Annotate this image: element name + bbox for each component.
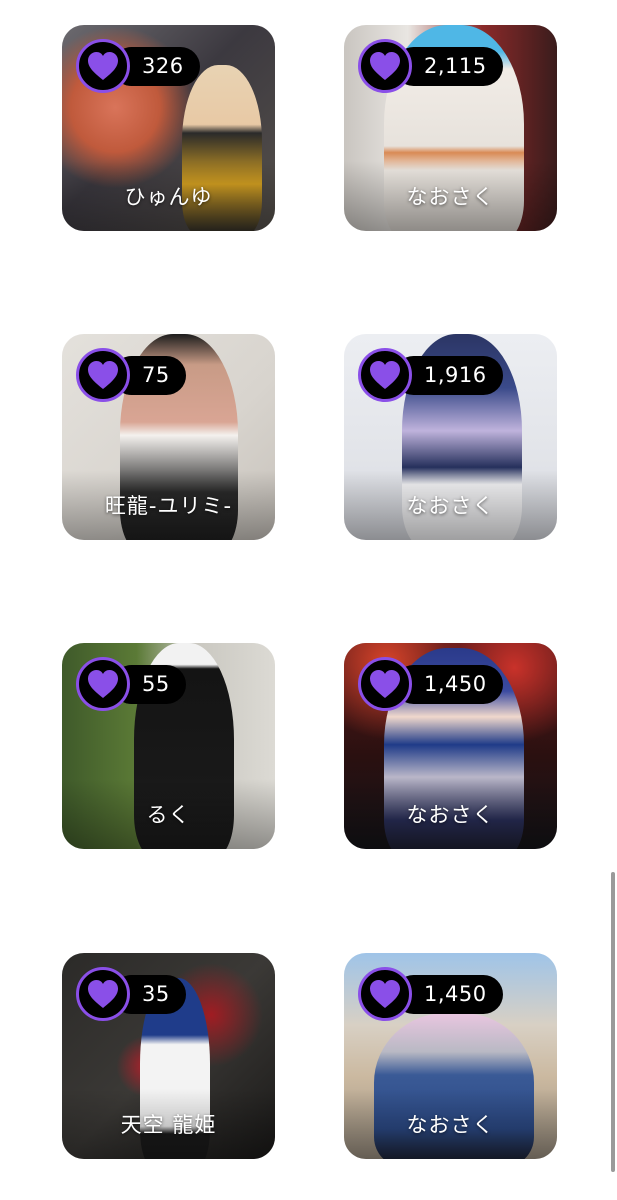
post-card[interactable]: 326 ひゅんゆ <box>62 25 275 231</box>
author-name: なおさく <box>406 494 495 518</box>
post-card[interactable]: 1,450 なおさく <box>344 643 557 849</box>
author-name: 天空 龍姫 <box>120 1113 217 1137</box>
author-name: るく <box>146 803 191 827</box>
post-card[interactable]: 35 天空 龍姫 <box>62 953 275 1159</box>
post-card[interactable]: 1,916 なおさく <box>344 334 557 540</box>
post-card[interactable]: 2,115 なおさく <box>344 25 557 231</box>
post-card[interactable]: 55 るく <box>62 643 275 849</box>
author-name: なおさく <box>406 1113 495 1137</box>
heart-icon <box>76 657 130 711</box>
heart-icon <box>76 39 130 93</box>
heart-icon <box>358 39 412 93</box>
post-card[interactable]: 75 旺龍-ユリミ- <box>62 334 275 540</box>
heart-icon <box>76 967 130 1021</box>
heart-icon <box>358 967 412 1021</box>
post-grid-page: 326 ひゅんゆ 2,115 なおさく 75 旺龍-ユリミ- 1,916 なおさ… <box>0 0 617 1200</box>
scrollbar[interactable] <box>611 872 615 1172</box>
author-name: ひゅんゆ <box>124 185 213 209</box>
author-name: 旺龍-ユリミ- <box>104 494 233 518</box>
author-name: なおさく <box>406 803 495 827</box>
heart-icon <box>358 657 412 711</box>
author-name: なおさく <box>406 185 495 209</box>
post-card[interactable]: 1,450 なおさく <box>344 953 557 1159</box>
heart-icon <box>358 348 412 402</box>
heart-icon <box>76 348 130 402</box>
